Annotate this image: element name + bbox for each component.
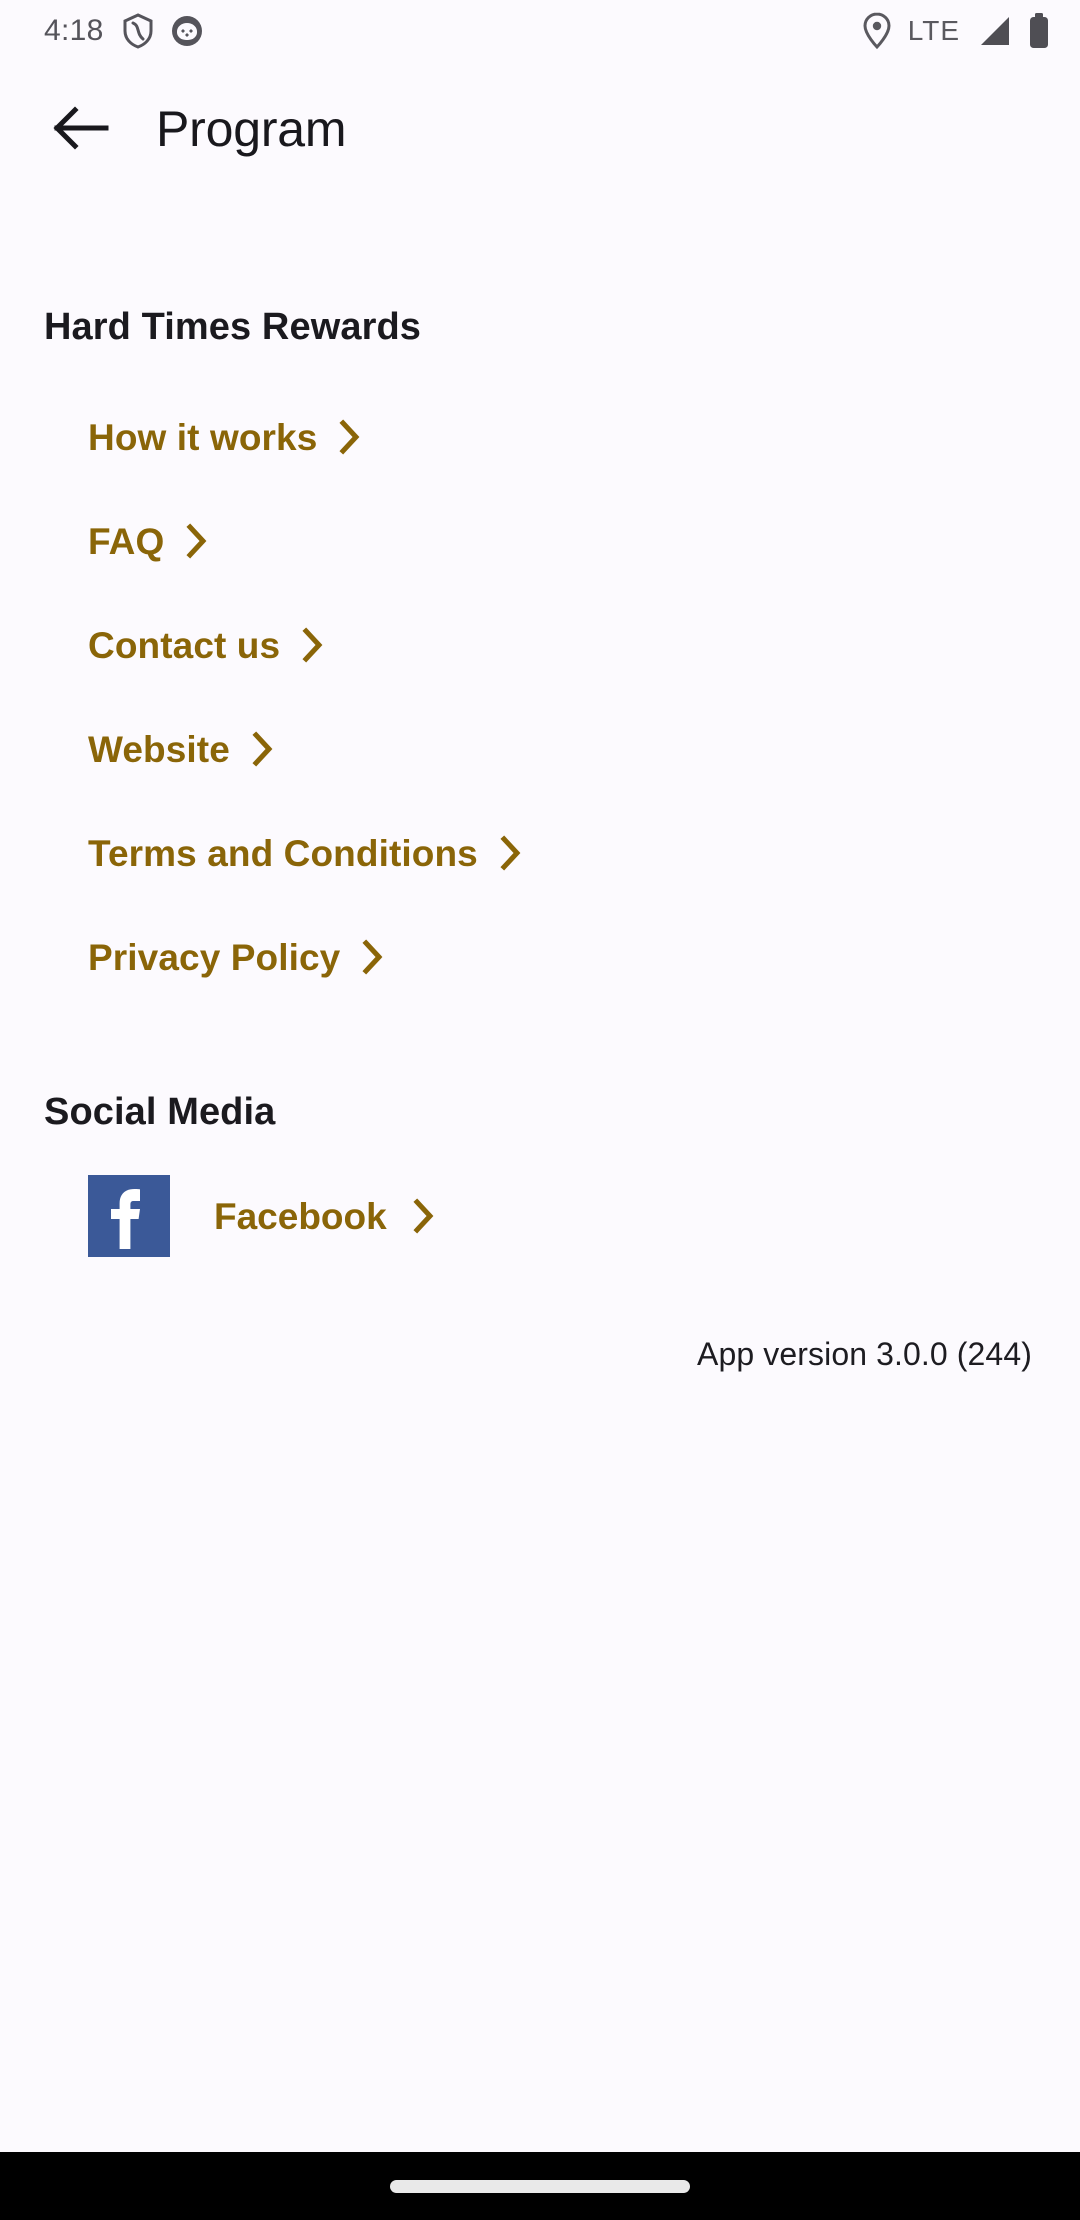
battery-icon [1028,13,1050,49]
chevron-right-icon [186,523,208,559]
home-gesture-pill[interactable] [390,2179,690,2193]
menu-item-label: How it works [88,416,318,458]
phone-screen: 4:18 LTE Program Hard Times Rewards How … [0,0,1080,2220]
facebook-icon [88,1175,170,1257]
status-bar: 4:18 LTE [0,0,1080,62]
main-content: Hard Times Rewards How it works FAQ Cont… [0,196,1080,1373]
status-clock: 4:18 [44,14,104,47]
system-navigation-bar [0,2152,1080,2220]
chevron-right-icon [500,835,522,871]
menu-item-label: Contact us [88,624,281,666]
arrow-left-icon [53,105,109,154]
signal-icon [976,15,1012,47]
menu-item-website[interactable]: Website [0,697,1080,801]
section-title-rewards: Hard Times Rewards [44,306,422,348]
menu-item-contact-us[interactable]: Contact us [0,593,1080,697]
chevron-right-icon [362,939,384,975]
back-button[interactable] [44,92,118,166]
section-social-media: Social Media Facebook [0,1091,1080,1274]
section-hard-times-rewards: Hard Times Rewards How it works FAQ Cont… [0,306,1080,1009]
social-item-facebook[interactable]: Facebook [0,1158,1080,1274]
section-title-social-media: Social Media [44,1091,276,1133]
menu-item-terms-and-conditions[interactable]: Terms and Conditions [0,801,1080,905]
social-item-label: Facebook [214,1195,387,1237]
chevron-right-icon [302,627,324,663]
chevron-right-icon [252,731,274,767]
social-media-list: Facebook [0,1158,1080,1274]
chevron-right-icon [339,419,361,455]
app-notification-icon [171,16,202,46]
location-pin-icon [862,12,892,50]
menu-item-label: Terms and Conditions [88,832,478,874]
app-bar: Program [0,62,1080,196]
status-bar-right: LTE [862,12,1050,50]
chevron-right-icon [413,1198,435,1234]
app-version-label: App version 3.0.0 (244) [697,1336,1032,1372]
page-title: Program [156,101,347,157]
menu-item-label: FAQ [88,520,165,562]
menu-item-how-it-works[interactable]: How it works [0,385,1080,489]
menu-item-label: Website [88,728,230,770]
network-type-label: LTE [907,15,960,46]
status-bar-left: 4:18 [44,13,202,49]
menu-item-label: Privacy Policy [88,936,341,978]
menu-item-privacy-policy[interactable]: Privacy Policy [0,905,1080,1009]
rewards-menu-list: How it works FAQ Contact us Website Term… [0,385,1080,1009]
shield-icon [122,13,154,49]
menu-item-faq[interactable]: FAQ [0,489,1080,593]
